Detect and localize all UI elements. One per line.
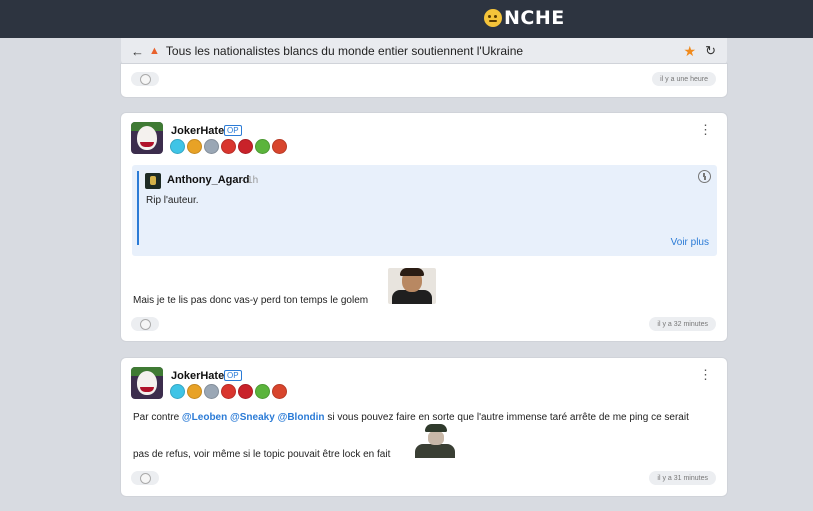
sticker-image xyxy=(411,422,459,458)
op-badge: OP xyxy=(224,370,242,381)
refresh-icon[interactable]: ↻ xyxy=(705,43,716,59)
badge-icon[interactable] xyxy=(272,384,287,399)
user-badges xyxy=(170,384,289,399)
arrow-left-icon[interactable]: ← xyxy=(131,44,144,59)
badge-icon[interactable] xyxy=(204,139,219,154)
logo-text: NCHE xyxy=(504,7,565,29)
post-text: Mais je te lis pas donc vas-y perd ton t… xyxy=(133,295,369,306)
op-badge: OP xyxy=(224,125,242,136)
fire-icon: ▲ xyxy=(149,45,160,57)
badge-icon[interactable] xyxy=(170,139,185,154)
mention-link[interactable]: @Sneaky xyxy=(230,412,275,423)
site-logo[interactable]: NCHE xyxy=(484,7,565,29)
mention-link[interactable]: @Blondin xyxy=(278,412,325,423)
topic-title: Tous les nationalistes blancs du monde e… xyxy=(165,44,524,58)
reaction-button[interactable] xyxy=(131,471,159,485)
username[interactable]: JokerHate xyxy=(171,370,224,382)
history-icon[interactable] xyxy=(698,170,711,183)
smiley-logo-icon xyxy=(484,9,502,27)
badge-icon[interactable] xyxy=(170,384,185,399)
badge-icon[interactable] xyxy=(221,384,236,399)
smiley-icon xyxy=(139,472,151,484)
badge-icon[interactable] xyxy=(238,139,253,154)
post-text-end: si vous pouvez faire en sorte que l'autr… xyxy=(327,412,689,423)
quote-username[interactable]: Anthony_Agard xyxy=(167,174,250,186)
post-time: il y a une heure xyxy=(652,72,716,86)
post-time: il y a 31 minutes xyxy=(649,471,716,485)
post-text-line2: pas de refus, voir même si le topic pouv… xyxy=(133,449,391,460)
post-card: JokerHate OP ⋮ Par contre @Leoben @Sneak… xyxy=(121,358,727,496)
voir-plus-link[interactable]: Voir plus xyxy=(671,237,709,248)
post-text-start: Par contre xyxy=(133,412,182,423)
topic-header: ← ▲ Tous les nationalistes blancs du mon… xyxy=(121,38,727,64)
avatar[interactable] xyxy=(131,367,163,399)
star-icon[interactable]: ★ xyxy=(683,43,696,60)
quote-text: Rip l'auteur. xyxy=(146,195,199,206)
reaction-button[interactable] xyxy=(131,72,159,86)
badge-icon[interactable] xyxy=(255,384,270,399)
smiley-icon xyxy=(139,73,151,85)
post-card: JokerHate OP ⋮ Anthony_Agard · 1h Rip l'… xyxy=(121,113,727,341)
mention-link[interactable]: @Leoben xyxy=(182,412,227,423)
post-time: il y a 32 minutes xyxy=(649,317,716,331)
smiley-icon xyxy=(139,318,151,330)
badge-icon[interactable] xyxy=(204,384,219,399)
vertical-dots-icon[interactable]: ⋮ xyxy=(699,123,712,136)
badge-icon[interactable] xyxy=(272,139,287,154)
quote-avatar[interactable] xyxy=(145,173,161,189)
badge-icon[interactable] xyxy=(187,139,202,154)
sticker-image xyxy=(388,268,436,304)
quoted-message: Anthony_Agard · 1h Rip l'auteur. Voir pl… xyxy=(132,165,717,256)
user-badges xyxy=(170,139,289,154)
quote-bar xyxy=(137,171,139,245)
top-navbar: NCHE xyxy=(0,0,813,38)
badge-icon[interactable] xyxy=(238,384,253,399)
badge-icon[interactable] xyxy=(255,139,270,154)
reaction-button[interactable] xyxy=(131,317,159,331)
badge-icon[interactable] xyxy=(187,384,202,399)
quote-time: · 1h xyxy=(241,175,259,186)
badge-icon[interactable] xyxy=(221,139,236,154)
avatar[interactable] xyxy=(131,122,163,154)
vertical-dots-icon[interactable]: ⋮ xyxy=(699,368,712,381)
post-card-previous: il y a une heure xyxy=(121,64,727,97)
username[interactable]: JokerHate xyxy=(171,125,224,137)
